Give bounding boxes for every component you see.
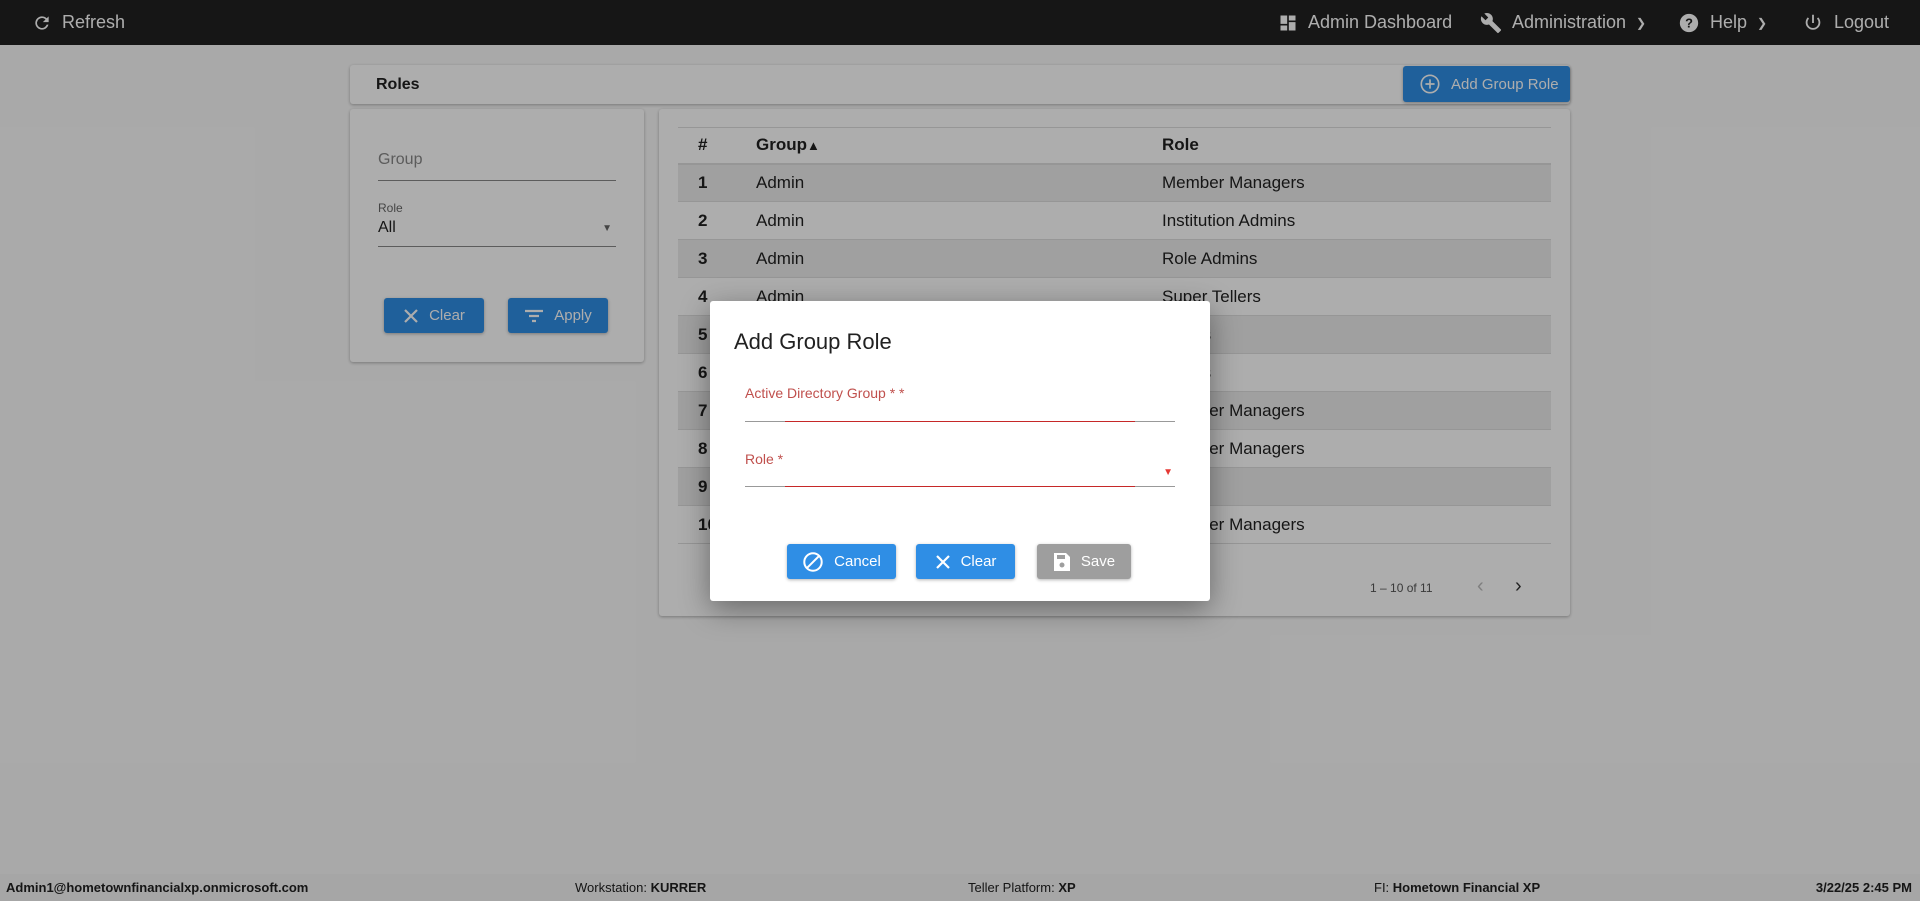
- role-select[interactable]: Role * ▼: [745, 451, 1175, 488]
- cancel-button[interactable]: Cancel: [787, 544, 896, 579]
- role-label: Role *: [745, 451, 784, 467]
- active-directory-group-label: Active Directory Group * *: [745, 385, 905, 401]
- cancel-icon: [803, 551, 823, 572]
- clear-button[interactable]: Clear: [916, 544, 1015, 579]
- save-label: Save: [1080, 553, 1116, 570]
- dialog-title: Add Group Role: [734, 329, 892, 354]
- save-icon: [1053, 552, 1070, 571]
- save-button[interactable]: Save: [1037, 544, 1131, 579]
- dropdown-arrow-icon: ▼: [1163, 467, 1173, 478]
- active-directory-group-input[interactable]: Active Directory Group * *: [745, 385, 1175, 422]
- add-group-role-dialog: Add Group Role Active Directory Group * …: [710, 301, 1210, 601]
- close-icon: [935, 554, 950, 569]
- clear-label: Clear: [960, 553, 997, 570]
- cancel-label: Cancel: [834, 553, 881, 570]
